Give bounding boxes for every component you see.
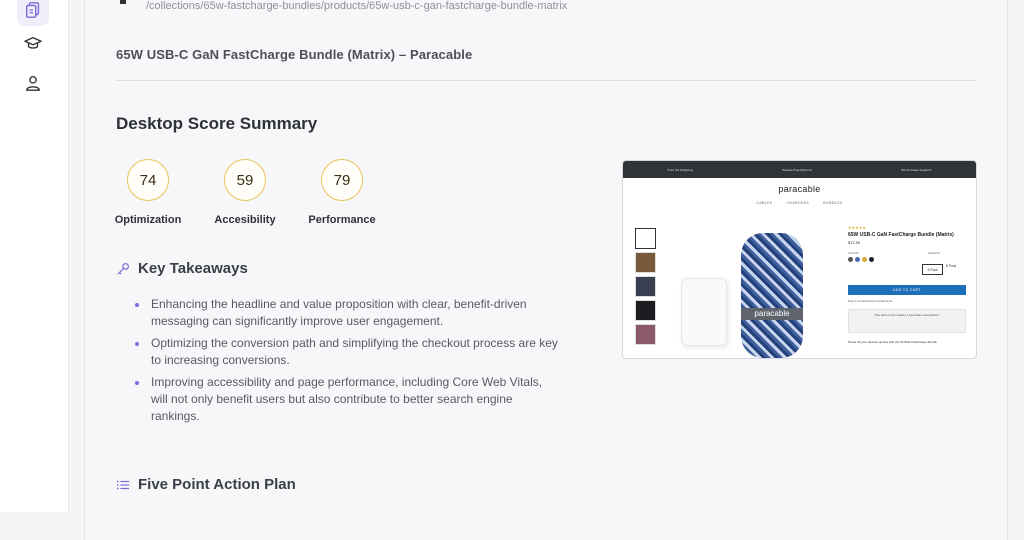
preview-nav-item: BUNDLES — [823, 201, 843, 205]
swatch — [869, 257, 874, 262]
preview-nav: CABLES CHARGERS BUNDLES — [623, 201, 976, 205]
performance-score: 79 — [321, 159, 363, 201]
accessibility-label: Accesibility — [214, 214, 276, 226]
list-icon — [116, 480, 130, 489]
page-marker — [120, 0, 126, 4]
sidebar-item-profile[interactable] — [17, 67, 49, 99]
preview-topbar: Free US Shipping Hassle-Free Returns Wor… — [623, 161, 976, 178]
preview-review-quote: “The best on the market, I love them eve… — [848, 309, 966, 333]
preview-product-info: ★★★★★ 65W USB-C GaN FastCharge Bundle (M… — [848, 225, 968, 262]
accessibility-score: 59 — [224, 159, 266, 201]
preview-cable-image — [741, 233, 803, 358]
preview-logo: paracable — [778, 184, 821, 194]
preview-topbar-item: Hassle-Free Returns — [782, 167, 812, 172]
sidebar — [0, 0, 69, 512]
key-takeaways-heading: Key Takeaways — [116, 260, 248, 277]
preview-add-to-cart: ADD TO CART — [848, 285, 966, 295]
preview-topbar-item: Free US Shipping — [667, 167, 694, 172]
documents-icon — [25, 2, 40, 18]
preview-nav-item: CABLES — [756, 201, 773, 205]
optimization-score: 74 — [127, 159, 169, 201]
sidebar-item-learn[interactable] — [17, 27, 49, 59]
user-icon — [26, 76, 40, 91]
preview-color-label: COLOR — [848, 251, 859, 255]
sidebar-item-documents[interactable] — [17, 0, 49, 26]
preview-product-title: 65W USB-C GaN FastCharge Bundle (Matrix) — [848, 232, 954, 238]
swatch — [848, 257, 853, 262]
page-screenshot-preview: Free US Shipping Hassle-Free Returns Wor… — [622, 160, 977, 359]
key-icon — [117, 262, 130, 275]
preview-thumbnail — [635, 324, 656, 345]
preview-option-labels: COLOR LENGTH — [848, 251, 968, 255]
preview-price: $72.99 — [848, 240, 861, 245]
preview-description: Power all your devices quickly with the … — [848, 340, 938, 344]
action-plan-title: Five Point Action Plan — [138, 476, 296, 493]
preview-thumbnail — [635, 228, 656, 249]
list-item: Improving accessibility and page perform… — [132, 374, 562, 425]
key-takeaways-title: Key Takeaways — [138, 260, 248, 277]
graduation-cap-icon — [24, 36, 42, 49]
preview-size-other: 6 Foot — [946, 264, 956, 268]
preview-payment-note: Pay in 4 interest-free installments — [848, 299, 893, 303]
takeaways-list: Enhancing the headline and value proposi… — [132, 296, 562, 430]
preview-thumbnail — [635, 252, 656, 273]
preview-nav-item: CHARGERS — [786, 201, 810, 205]
preview-thumbnail — [635, 300, 656, 321]
optimization-label: Optimization — [114, 214, 182, 226]
preview-charger-image — [681, 278, 727, 346]
action-plan-heading: Five Point Action Plan — [116, 476, 296, 493]
list-item: Optimizing the conversion path and simpl… — [132, 335, 562, 369]
preview-cable-band: paracable — [741, 308, 803, 320]
swatch — [862, 257, 867, 262]
page-title: 65W USB-C GaN FastCharge Bundle (Matrix)… — [116, 47, 473, 62]
preview-thumbnail — [635, 276, 656, 297]
performance-label: Performance — [308, 214, 376, 226]
preview-length-label: LENGTH — [927, 251, 940, 255]
preview-rating-stars: ★★★★★ — [848, 225, 866, 230]
divider — [116, 80, 976, 81]
score-summary-heading: Desktop Score Summary — [116, 114, 318, 133]
preview-color-swatches — [848, 257, 968, 262]
list-item: Enhancing the headline and value proposi… — [132, 296, 562, 330]
page-url: /collections/65w-fastcharge-bundles/prod… — [146, 0, 568, 12]
preview-size-selected: 3 Foot — [922, 264, 943, 275]
preview-topbar-item: World-Class Support — [901, 167, 932, 172]
preview-cable-label: paracable — [754, 309, 790, 318]
swatch — [855, 257, 860, 262]
